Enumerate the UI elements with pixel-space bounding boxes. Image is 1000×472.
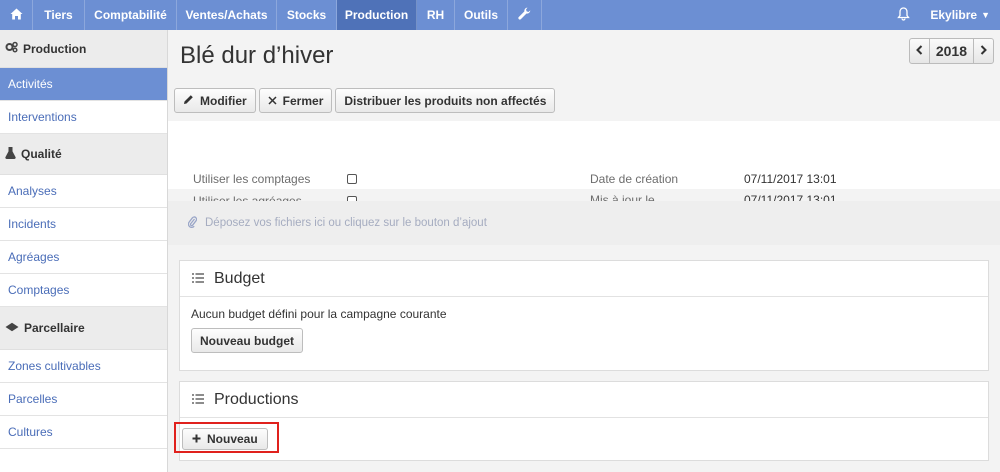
sidebar-item-cultures[interactable]: Cultures [0,416,167,449]
caret-down-icon: ▼ [981,10,990,20]
sidebar-item-interventions[interactable]: Interventions [0,101,167,134]
nav-stocks[interactable]: Stocks [277,0,337,30]
current-year: 2018 [928,39,974,63]
sidebar-section-parcellaire: Parcellaire [0,307,167,350]
sidebar-item-zones-cultivables[interactable]: Zones cultivables [0,350,167,383]
use-counts-checkbox[interactable] [347,174,357,184]
sidebar-section-qualite: Qualité [0,134,167,175]
sidebar-item-parcelles[interactable]: Parcelles [0,383,167,416]
productions-panel-title: Productions [214,390,299,408]
sidebar-section-title: Qualité [21,147,62,161]
budget-panel: Budget Aucun budget défini pour la campa… [179,260,989,371]
top-navbar: Tiers Comptabilité Ventes/Achats Stocks … [0,0,1000,30]
budget-panel-header: Budget [180,261,988,297]
file-dropzone[interactable]: Déposez vos fichiers ici ou cliquez sur … [168,201,1000,245]
nav-production[interactable]: Production [337,0,417,30]
productions-panel: Productions Nouveau [179,381,989,461]
use-counts-label: Utiliser les comptages [193,172,311,186]
distribute-products-button[interactable]: Distribuer les produits non affectés [335,88,556,113]
year-selector: 2018 [908,38,994,64]
close-button[interactable]: Fermer [258,88,333,113]
created-date-label: Date de création [590,172,679,186]
notifications-button[interactable] [886,0,920,30]
home-button[interactable] [0,0,33,30]
nav-rh[interactable]: RH [417,0,455,30]
sidebar-item-analyses[interactable]: Analyses [0,175,167,208]
settings-button[interactable] [508,0,542,30]
bell-icon [897,6,910,24]
next-year-button[interactable] [974,39,993,63]
sidebar-section-title: Parcellaire [24,321,85,335]
edit-button[interactable]: Modifier [174,88,256,113]
chevron-right-icon [980,44,987,58]
paperclip-icon [187,215,198,231]
gears-icon [5,41,18,56]
pencil-icon [183,94,194,108]
nav-comptabilite[interactable]: Comptabilité [85,0,177,30]
properties-panel: Utiliser les comptages Utiliser les agré… [168,121,1000,208]
page-title: Blé dur d’hiver [180,42,334,69]
home-icon [10,8,23,23]
flask-icon [5,146,16,162]
previous-year-button[interactable] [910,39,929,63]
sidebar: Production Activités Interventions Quali… [0,30,168,472]
created-date-value: 07/11/2017 13:01 [744,172,837,186]
budget-panel-body: Aucun budget défini pour la campagne cou… [180,297,988,363]
productions-panel-header: Productions [180,382,988,418]
new-budget-button[interactable]: Nouveau budget [191,328,304,353]
dropzone-text: Déposez vos fichiers ici ou cliquez sur … [205,217,487,229]
list-icon [192,271,204,286]
list-icon [192,392,204,407]
main-content: Blé dur d’hiver 2018 Modifier Fermer Dis… [168,30,1000,472]
nav-tiers[interactable]: Tiers [33,0,85,30]
edit-button-label: Modifier [200,93,247,108]
wrench-icon [518,7,531,23]
map-icon [5,321,19,335]
action-toolbar: Modifier Fermer Distribuer les produits … [174,88,556,113]
sidebar-item-incidents[interactable]: Incidents [0,208,167,241]
chevron-left-icon [915,44,923,58]
user-name: Ekylibre [930,8,978,22]
close-icon [268,94,277,108]
sidebar-item-activites[interactable]: Activités [0,68,167,101]
no-budget-text: Aucun budget défini pour la campagne cou… [191,307,447,321]
sidebar-section-production: Production [0,30,167,68]
nav-outils[interactable]: Outils [455,0,508,30]
sidebar-item-comptages[interactable]: Comptages [0,274,167,307]
user-menu[interactable]: Ekylibre ▼ [920,0,1000,30]
sidebar-section-title: Production [23,41,87,56]
sidebar-item-agreages[interactable]: Agréages [0,241,167,274]
nav-ventes-achats[interactable]: Ventes/Achats [177,0,277,30]
close-button-label: Fermer [282,93,324,108]
budget-panel-title: Budget [214,269,265,287]
productions-panel-body: Nouveau [180,418,988,450]
highlight-box [174,422,279,453]
